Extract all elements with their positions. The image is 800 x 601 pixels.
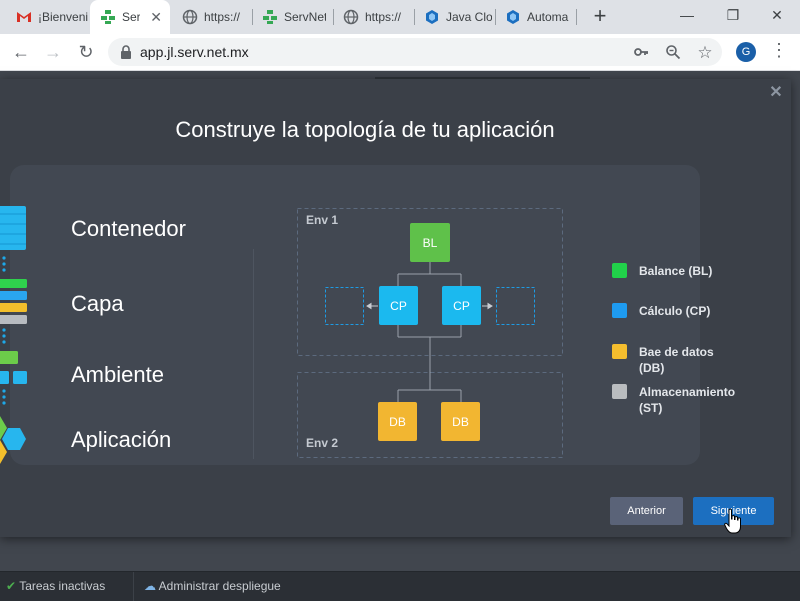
legend-item-storage: Almacenamiento (ST) <box>612 384 749 416</box>
lock-icon <box>120 45 132 64</box>
browser-tab-strip: ¡Bienvenido ServNet ✕ https:// ServNet h… <box>0 0 800 34</box>
star-icon[interactable]: ☆ <box>696 44 714 62</box>
back-arrow-icon[interactable]: ← <box>9 40 33 64</box>
jelastic-icon <box>505 9 521 25</box>
env2-label: Env 2 <box>306 436 338 450</box>
servnet-icon <box>100 9 116 25</box>
reload-icon[interactable]: ↻ <box>74 40 98 64</box>
manage-deploy-button[interactable]: ☁ Administrar despliegue <box>138 572 296 601</box>
close-tab-icon[interactable]: ✕ <box>150 9 162 26</box>
tab-gmail[interactable]: ¡Bienvenido <box>6 0 88 34</box>
idle-tasks-button[interactable]: ✔ Tareas inactivas <box>0 572 134 601</box>
profile-avatar[interactable]: G <box>736 42 756 62</box>
zoom-icon[interactable] <box>664 44 682 62</box>
tab-title: ServNet <box>122 10 140 24</box>
balancer-node-label: BL <box>423 236 438 250</box>
legend-item-database: Bae de datos (DB) <box>612 344 719 376</box>
tab-servnet-2[interactable]: ServNet <box>252 0 332 34</box>
globe-icon <box>343 9 359 25</box>
tab-https-2[interactable]: https:// <box>333 0 413 34</box>
address-bar[interactable]: app.jl.serv.net.mx ☆ <box>108 38 722 66</box>
legend-swatch <box>612 344 627 359</box>
topology-modal: ✕ Construye la topología de tu aplicació… <box>0 79 791 537</box>
database-node-2-label: DB <box>452 415 469 429</box>
legend-item-balancer: Balance (BL) <box>612 263 749 279</box>
close-window-icon[interactable]: ✕ <box>754 0 800 30</box>
connector-lines <box>397 262 462 402</box>
tab-title: Java Cloud <box>446 10 492 24</box>
legend-label: Balance (BL) <box>639 264 713 278</box>
env1-label: Env 1 <box>306 213 338 227</box>
legend-label: Bae de datos (DB) <box>639 345 714 375</box>
menu-icon[interactable]: ⋮ <box>770 40 788 61</box>
tab-java-cloud[interactable]: Java Cloud <box>414 0 494 34</box>
scale-placeholder-right <box>496 287 535 325</box>
tab-title: ¡Bienvenido <box>38 10 88 24</box>
close-icon[interactable]: ✕ <box>768 85 784 101</box>
database-node-1-label: DB <box>389 415 406 429</box>
tab-title: ServNet <box>284 10 326 24</box>
topology-diagram: BL CP CP DB DB Env 1 Env 2 <box>297 208 563 458</box>
legend-label: Almacenamiento (ST) <box>639 385 736 415</box>
legend-swatch <box>612 303 627 318</box>
tab-title: https:// <box>204 10 241 24</box>
bottom-bar: ✔ Tareas inactivas ☁ Administrar desplie… <box>0 571 800 601</box>
servnet-icon <box>262 9 278 25</box>
idle-tasks-label: Tareas inactivas <box>19 579 106 593</box>
tab-title: Automa <box>527 10 569 24</box>
legend-swatch <box>612 384 627 399</box>
compute-node-2-label: CP <box>453 299 470 313</box>
tab-automa[interactable]: Automa <box>495 0 575 34</box>
key-icon[interactable] <box>632 44 650 62</box>
check-icon: ✔ <box>6 579 17 593</box>
browser-toolbar: ← → ↻ app.jl.serv.net.mx ☆ G ⋮ <box>0 34 800 71</box>
minimize-icon[interactable]: — <box>664 0 710 30</box>
tab-title: https:// <box>365 10 402 24</box>
compute-node-1-label: CP <box>390 299 407 313</box>
forward-arrow-icon[interactable]: → <box>41 40 65 64</box>
cloud-upload-icon: ☁ <box>144 579 156 593</box>
gmail-icon <box>16 9 32 25</box>
previous-button[interactable]: Anterior <box>610 497 683 525</box>
tab-servnet-active[interactable]: ServNet ✕ <box>90 0 170 34</box>
legend-item-compute: Cálculo (CP) <box>612 303 749 319</box>
tab-https-1[interactable]: https:// <box>172 0 250 34</box>
tab-separator <box>576 9 577 25</box>
hand-cursor-icon <box>724 508 741 534</box>
url-text: app.jl.serv.net.mx <box>140 44 249 60</box>
legend-swatch <box>612 263 627 278</box>
restore-icon[interactable]: ❐ <box>710 0 756 30</box>
legend-label: Cálculo (CP) <box>639 304 711 318</box>
globe-icon <box>182 9 198 25</box>
new-tab-button[interactable]: + <box>588 4 612 28</box>
jelastic-icon <box>424 9 440 25</box>
manage-deploy-label: Administrar despliegue <box>158 579 281 593</box>
scale-placeholder-left <box>325 287 364 325</box>
